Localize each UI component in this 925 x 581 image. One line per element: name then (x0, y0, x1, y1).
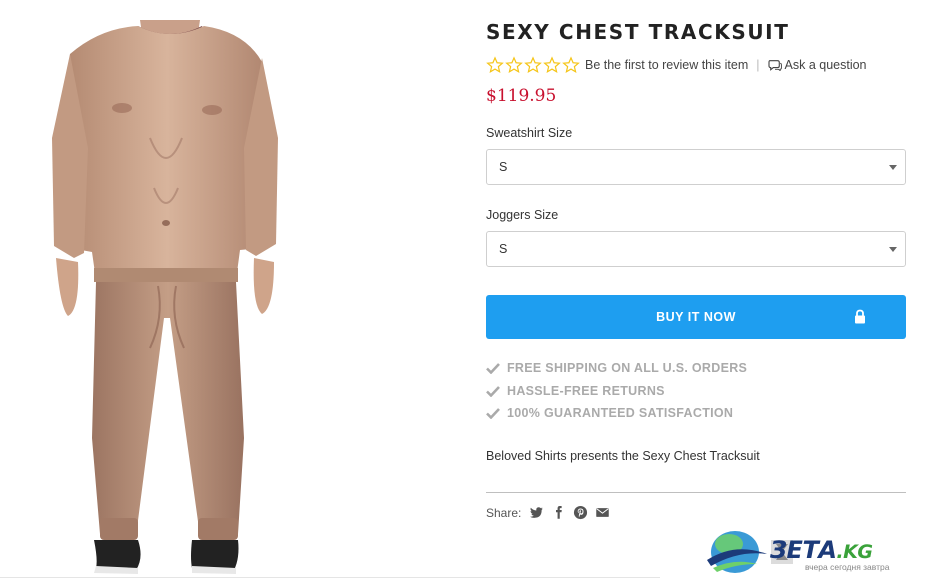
feature-text: 100% GUARANTEED SATISFACTION (507, 406, 734, 421)
chat-bubble-icon (767, 60, 782, 71)
star-icon[interactable] (486, 56, 504, 74)
facebook-icon[interactable] (551, 505, 566, 520)
sweatshirt-size-label: Sweatshirt Size (486, 126, 573, 140)
checkmark-icon (486, 385, 500, 397)
watermark-domain: .KG (836, 541, 873, 563)
share-bar: Share: (486, 505, 610, 520)
star-icon[interactable] (543, 56, 561, 74)
checkmark-icon (486, 363, 500, 375)
watermark-brand: ЗЕТА (770, 536, 837, 564)
buy-it-now-label: BUY IT NOW (656, 310, 736, 324)
email-icon[interactable] (595, 505, 610, 520)
page-edge-line (0, 577, 660, 578)
feature-item: FREE SHIPPING ON ALL U.S. ORDERS (486, 357, 747, 380)
divider (486, 492, 906, 493)
joggers-size-value: S (499, 242, 508, 256)
product-title: SEXY CHEST TRACKSUIT (486, 20, 790, 44)
lock-icon (855, 309, 865, 324)
ask-question-link[interactable]: Ask a question (767, 58, 867, 72)
separator: | (756, 58, 760, 72)
chevron-down-icon (889, 247, 897, 252)
sweatshirt-size-value: S (499, 160, 508, 174)
watermark-tagline: вчера сегодня завтра (805, 562, 890, 572)
feature-list: FREE SHIPPING ON ALL U.S. ORDERS HASSLE-… (486, 357, 747, 425)
feature-item: 100% GUARANTEED SATISFACTION (486, 402, 747, 425)
share-label: Share: (486, 505, 522, 520)
buy-it-now-button[interactable]: BUY IT NOW (486, 295, 906, 339)
feature-text: FREE SHIPPING ON ALL U.S. ORDERS (507, 361, 748, 376)
joggers-size-select[interactable]: S (486, 231, 906, 267)
watermark-logo: ЗЕТА.KG вчера сегодня завтра (705, 528, 925, 581)
feature-text: HASSLE-FREE RETURNS (507, 383, 665, 398)
product-image[interactable] (40, 18, 290, 581)
feature-item: HASSLE-FREE RETURNS (486, 380, 747, 403)
product-description: Beloved Shirts presents the Sexy Chest T… (486, 449, 760, 463)
product-price: $119.95 (486, 86, 557, 106)
twitter-icon[interactable] (529, 505, 544, 520)
sweatshirt-size-select[interactable]: S (486, 149, 906, 185)
watermark-text: ЗЕТА.KG (770, 536, 873, 564)
star-icon[interactable] (505, 56, 523, 74)
star-icon[interactable] (562, 56, 580, 74)
pinterest-icon[interactable] (573, 505, 588, 520)
joggers-size-label: Joggers Size (486, 208, 559, 222)
star-rating[interactable] (486, 56, 580, 74)
ask-question-label: Ask a question (784, 58, 867, 72)
checkmark-icon (486, 408, 500, 420)
review-link[interactable]: Be the first to review this item (585, 58, 748, 72)
rating-row: Be the first to review this item | Ask a… (486, 56, 867, 74)
chevron-down-icon (889, 165, 897, 170)
star-icon[interactable] (524, 56, 542, 74)
